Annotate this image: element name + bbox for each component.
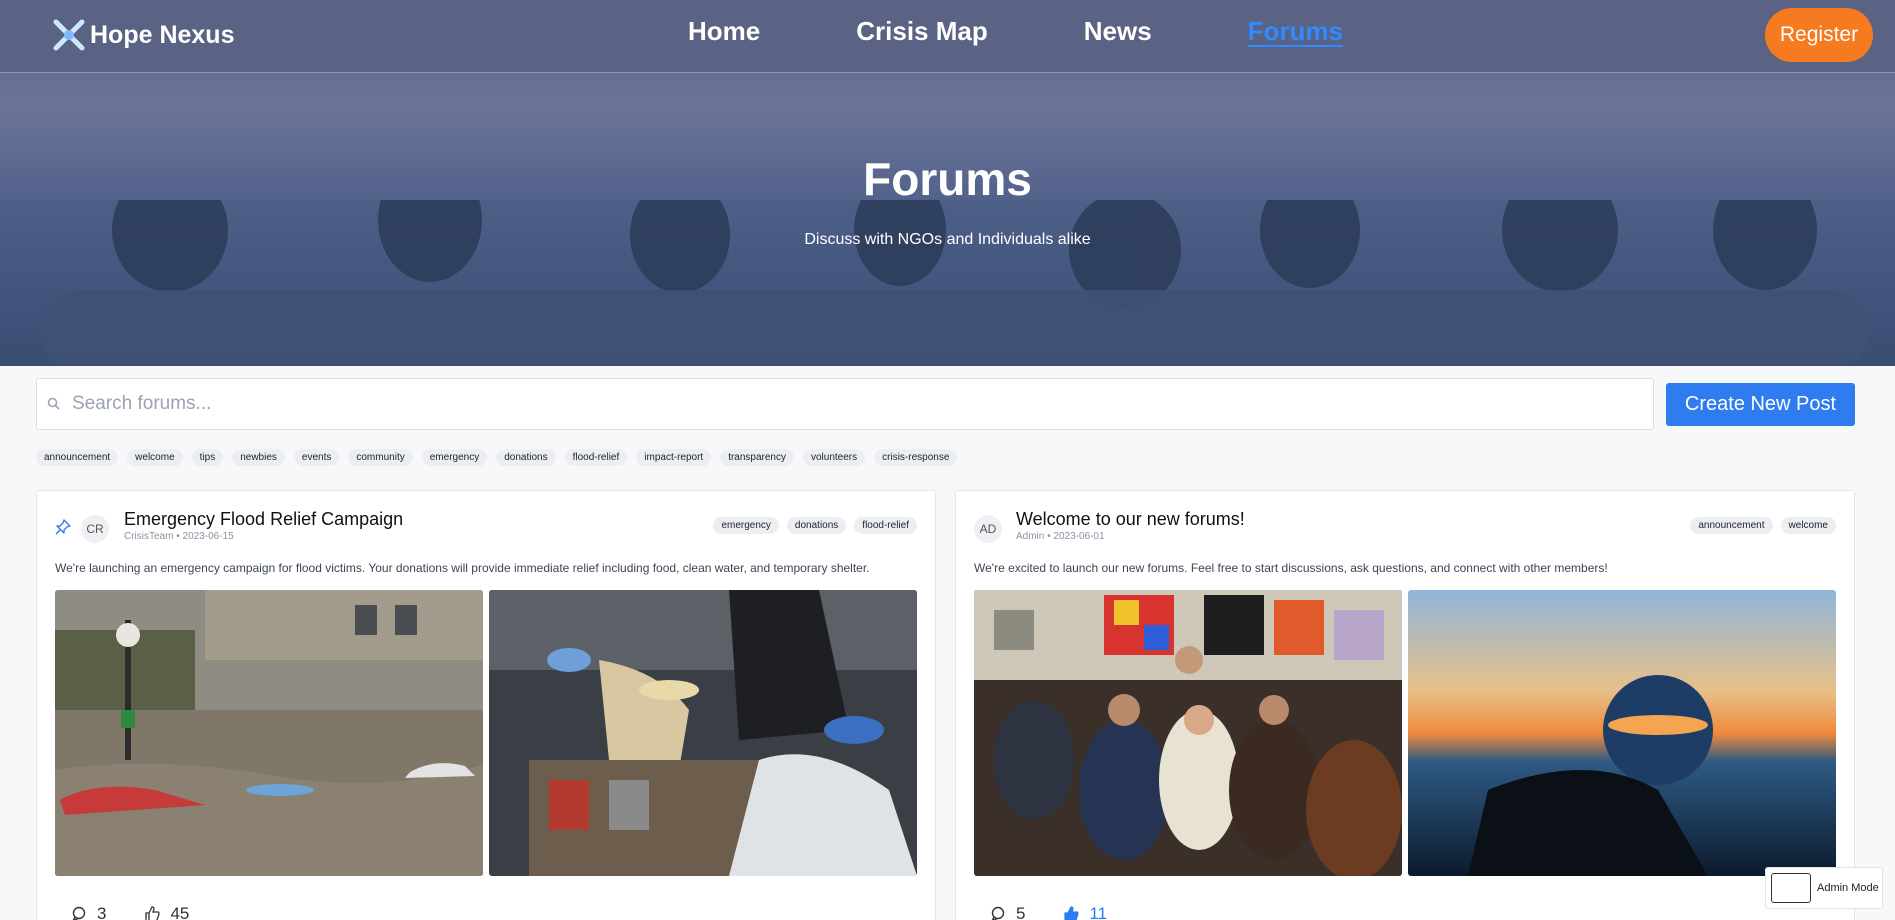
author-avatar[interactable]: AD	[974, 515, 1002, 543]
comment-count-value: 3	[97, 904, 107, 920]
tag-filter[interactable]: volunteers	[803, 449, 866, 466]
tag-filter[interactable]: community	[348, 449, 413, 466]
post-images	[974, 590, 1836, 876]
nav-crisis-map[interactable]: Crisis Map	[856, 16, 988, 47]
post-meta: Admin • 2023-06-01	[1016, 531, 1105, 542]
nav-links: Home Crisis Map News Forums	[688, 16, 1343, 47]
tag-filter[interactable]: newbies	[232, 449, 285, 466]
tag-filter[interactable]: donations	[496, 449, 556, 466]
tag-filter[interactable]: crisis-response	[874, 449, 958, 466]
tag-filter-list: announcement welcome tips newbies events…	[36, 449, 958, 466]
nav-home[interactable]: Home	[688, 16, 760, 47]
brand-logo[interactable]: Hope Nexus	[52, 17, 234, 53]
like-count[interactable]: 11	[1063, 904, 1107, 920]
post-header: AD Welcome to our new forums! Admin • 20…	[974, 509, 1836, 549]
hero-title: Forums	[863, 153, 1032, 205]
like-count[interactable]: 45	[144, 904, 189, 920]
food-distribution-photo[interactable]	[489, 590, 917, 876]
tag-filter[interactable]: transparency	[720, 449, 794, 466]
post-excerpt: We're launching an emergency campaign fo…	[55, 561, 870, 575]
top-navbar: Hope Nexus Home Crisis Map News Forums R…	[0, 0, 1895, 73]
thumbs-up-icon	[1064, 906, 1080, 920]
comment-count-value: 5	[1016, 904, 1026, 920]
post-tags: announcement welcome	[1690, 517, 1836, 534]
search-input[interactable]	[72, 393, 1632, 415]
post-tag[interactable]: donations	[786, 517, 847, 534]
thumbs-up-icon	[145, 906, 161, 920]
forum-search-bar	[36, 378, 1654, 430]
hero-subtitle: Discuss with NGOs and Individuals alike	[804, 231, 1091, 248]
tag-filter[interactable]: impact-report	[636, 449, 712, 466]
hero-background-image	[0, 158, 1895, 366]
post-tag[interactable]: welcome	[1780, 517, 1836, 534]
tag-filter[interactable]: announcement	[36, 449, 119, 466]
post-header: CR Emergency Flood Relief Campaign Crisi…	[55, 509, 917, 549]
post-stats: 5 11	[990, 904, 1107, 920]
post-images	[55, 590, 917, 876]
tag-filter[interactable]: flood-relief	[564, 449, 628, 466]
post-title[interactable]: Welcome to our new forums!	[1016, 509, 1245, 530]
post-meta: CrisisTeam • 2023-06-15	[124, 531, 234, 542]
community-meeting-photo[interactable]	[974, 590, 1402, 876]
comment-icon	[991, 906, 1005, 920]
tag-filter[interactable]: emergency	[421, 449, 488, 466]
comment-icon	[72, 906, 86, 920]
hero-people-silhouettes	[40, 158, 1870, 366]
admin-mode-label: Admin Mode	[1817, 882, 1879, 894]
post-tag[interactable]: announcement	[1690, 517, 1773, 534]
post-title[interactable]: Emergency Flood Relief Campaign	[124, 509, 403, 530]
tag-filter[interactable]: events	[293, 449, 340, 466]
tag-filter[interactable]: welcome	[127, 449, 183, 466]
crystal-ball-sunset-photo[interactable]	[1408, 590, 1836, 876]
comment-count[interactable]: 3	[71, 904, 106, 920]
flood-street-photo[interactable]	[55, 590, 483, 876]
register-button[interactable]: Register	[1765, 8, 1873, 62]
post-excerpt: We're excited to launch our new forums. …	[974, 561, 1608, 575]
post-stats: 3 45	[71, 904, 189, 920]
post-tag[interactable]: flood-relief	[854, 517, 917, 534]
like-count-value: 45	[170, 904, 190, 920]
author-avatar[interactable]: CR	[81, 515, 109, 543]
admin-mode-switch[interactable]	[1771, 873, 1811, 903]
like-count-value: 11	[1089, 904, 1108, 920]
comment-count[interactable]: 5	[990, 904, 1025, 920]
search-icon	[47, 397, 60, 410]
tag-filter[interactable]: tips	[191, 449, 224, 466]
nav-forums[interactable]: Forums	[1248, 16, 1343, 47]
create-new-post-button[interactable]: Create New Post	[1666, 383, 1855, 426]
post-tags: emergency donations flood-relief	[713, 517, 917, 534]
admin-mode-toggle[interactable]: Admin Mode	[1765, 867, 1883, 909]
forum-post-card[interactable]: CR Emergency Flood Relief Campaign Crisi…	[36, 490, 936, 920]
pin-icon	[55, 519, 71, 535]
brand-name: Hope Nexus	[90, 20, 235, 49]
forum-post-card[interactable]: AD Welcome to our new forums! Admin • 20…	[955, 490, 1855, 920]
nav-news[interactable]: News	[1084, 16, 1152, 47]
hope-nexus-logo-icon	[53, 19, 85, 51]
post-tag[interactable]: emergency	[713, 517, 779, 534]
